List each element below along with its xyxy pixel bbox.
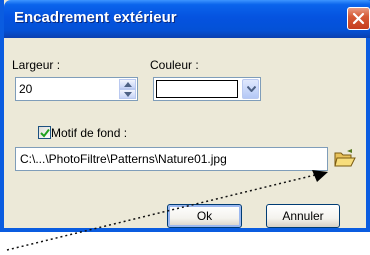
pattern-checkbox-label[interactable]: Motif de fond : — [51, 126, 127, 140]
cancel-button[interactable]: Annuler — [266, 204, 340, 228]
spin-up-button[interactable] — [119, 79, 136, 89]
dropdown-arrow-icon — [247, 86, 256, 92]
window-title: Encadrement extérieur — [14, 9, 177, 26]
spin-arrows — [119, 79, 136, 99]
width-label: Largeur : — [12, 58, 61, 72]
color-dropdown-button[interactable] — [242, 79, 259, 99]
folder-open-icon — [334, 149, 356, 167]
spin-up-icon — [124, 82, 132, 87]
width-spinbox[interactable]: 20 — [15, 77, 138, 101]
pattern-checkbox[interactable] — [38, 126, 51, 139]
ok-button[interactable]: Ok — [167, 204, 242, 228]
spin-down-icon — [124, 92, 132, 97]
width-value[interactable]: 20 — [19, 82, 32, 96]
title-bar[interactable]: Encadrement extérieur — [4, 0, 370, 38]
color-label: Couleur : — [150, 58, 199, 72]
close-button[interactable] — [347, 7, 370, 30]
pattern-path-field[interactable]: C:\...\PhotoFiltre\Patterns\Nature01.jpg — [15, 147, 328, 171]
checkmark-icon — [40, 128, 50, 138]
spin-down-button[interactable] — [119, 89, 136, 99]
dialog-window: Encadrement extérieur Largeur : 20 Coule… — [0, 0, 370, 232]
close-icon — [352, 12, 365, 25]
browse-folder-button[interactable] — [334, 148, 356, 168]
color-select[interactable] — [153, 77, 261, 101]
pattern-path-value[interactable]: C:\...\PhotoFiltre\Patterns\Nature01.jpg — [20, 152, 227, 166]
color-swatch — [156, 80, 238, 98]
